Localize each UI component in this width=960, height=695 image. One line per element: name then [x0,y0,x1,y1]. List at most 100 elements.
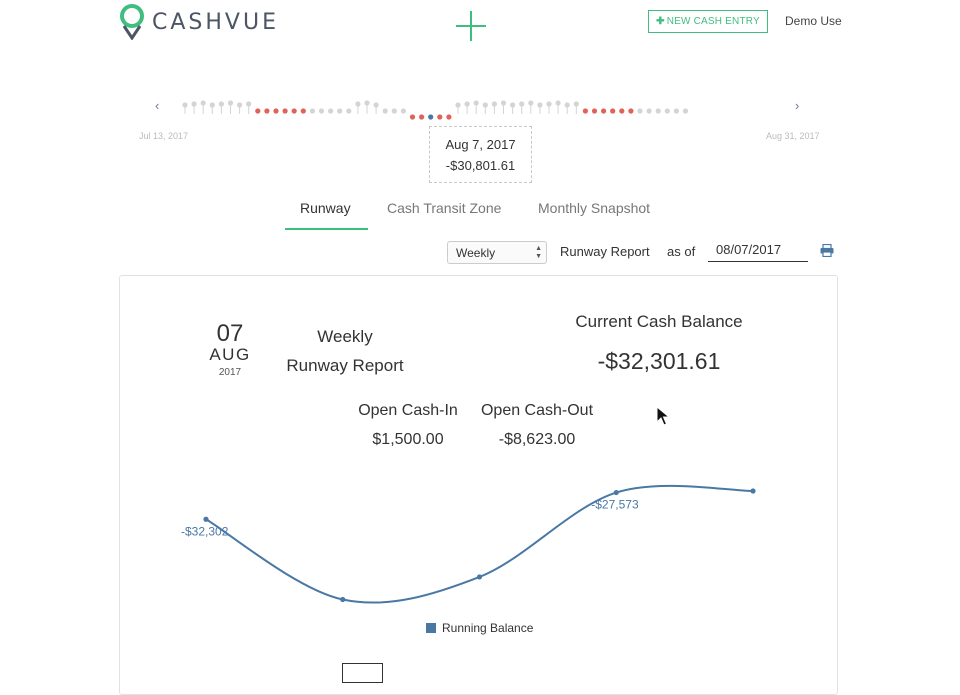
chart-point-label: -$32,302 [181,524,229,538]
timeline-dot[interactable] [309,108,315,114]
active-tab-indicator [285,228,368,230]
as-of-label: as of [667,244,696,259]
chart-point[interactable] [340,596,346,603]
timeline-dot[interactable] [437,114,443,120]
running-balance-chart: -$32,302 -$27,573 [181,484,756,604]
timeline-dot[interactable] [291,108,297,114]
timeline-dot[interactable] [664,108,670,114]
period-select-value: Weekly [456,245,496,260]
timeline-dot[interactable] [419,114,425,120]
timeline-pin-head [500,100,507,106]
tab-runway[interactable]: Runway [300,200,351,216]
timeline-dot[interactable] [328,108,334,114]
plus-icon: ✚ [656,16,665,27]
timeline-pin-head [573,101,579,107]
location-pin-icon [120,4,144,40]
report-title-line2: Runway Report [286,356,404,375]
timeline-dot[interactable] [255,108,261,114]
timeline-pin-head [209,102,215,108]
timeline-dot[interactable] [428,114,434,120]
timeline-dot[interactable] [300,108,306,114]
legend-label: Running Balance [442,621,534,635]
logo[interactable]: CASHVUE [118,4,279,40]
open-cash-in-label: Open Cash-In [358,402,458,419]
timeline-dot[interactable] [682,108,689,114]
timeline-pin-head [473,100,479,106]
timeline-pin-head [191,101,197,107]
timeline-pin-head [537,102,543,108]
timeline-dot[interactable] [382,108,388,114]
new-cash-entry-button[interactable]: ✚ NEW CASH ENTRY [648,10,768,33]
timeline-next-arrow[interactable]: › [795,98,799,113]
timeline-pin-head [510,102,516,108]
timeline-dot[interactable] [673,108,679,114]
timeline-pin-head [455,102,461,108]
timeline-dot[interactable] [264,108,270,114]
timeline-dot[interactable] [273,108,279,114]
timeline-dot[interactable] [637,108,643,114]
timeline-pin-head [237,102,243,108]
chart-point[interactable] [476,574,483,580]
timeline-dot[interactable] [646,108,652,114]
timeline-dot[interactable] [391,108,397,114]
report-label: Runway Report [560,244,650,259]
timeline-pin-head [355,101,361,107]
timeline-pin-head [364,100,370,106]
timeline-tooltip: Aug 7, 2017 -$30,801.61 [429,126,532,183]
report-day: 07 [216,320,244,347]
timeline-dot[interactable] [610,108,616,114]
chart-point[interactable] [750,488,756,494]
report-year: 2017 [218,367,242,378]
timeline-pin-head [218,101,224,107]
tab-monthly-snapshot[interactable]: Monthly Snapshot [538,200,650,216]
legend-swatch [426,623,436,633]
current-balance-label: Current Cash Balance [575,312,743,331]
timeline-dot[interactable] [655,108,661,114]
print-icon[interactable] [820,244,834,257]
timeline-dot[interactable] [582,108,588,114]
timeline-dot[interactable] [400,108,406,114]
timeline-dot[interactable] [591,108,598,114]
user-menu[interactable]: Demo Use [785,14,842,28]
timeline-pin-head [482,102,488,108]
timeline-pin-head [182,102,188,108]
report-title: Weekly Runway Report [280,322,410,380]
open-cash-out-label: Open Cash-Out [480,402,594,419]
timeline-dot[interactable] [318,108,325,114]
chart-legend[interactable]: Running Balance [426,621,533,635]
partial-box [342,663,383,683]
timeline-end-date: Aug 31, 2017 [766,131,820,141]
open-cash-out-value: -$8,623.00 [498,431,576,448]
tab-cash-transit-zone[interactable]: Cash Transit Zone [387,200,501,216]
chart-point[interactable] [613,489,619,496]
timeline-dot[interactable] [346,108,352,114]
chart-point-label: -$27,573 [591,498,639,512]
chart-point[interactable] [203,516,209,522]
as-of-date-input[interactable]: 08/07/2017 [708,240,808,262]
report-title-line1: Weekly [317,327,373,346]
timeline-dots[interactable] [170,88,790,124]
timeline-dot[interactable] [409,114,416,120]
mouse-cursor-icon [656,406,670,426]
select-arrows-icon: ▲ ▼ [535,245,542,260]
timeline-pin-head [246,101,252,107]
timeline-pin-head [491,101,497,107]
timeline-pin-head [546,101,552,107]
timeline-pin-head [227,100,234,106]
current-balance-value: -$32,301.61 [597,348,721,374]
timeline-dot[interactable] [601,108,607,114]
logo-text: CASHVUE [152,9,279,35]
timeline-dot[interactable] [337,108,343,114]
period-select[interactable]: Weekly ▲ ▼ [447,241,547,264]
timeline-dot[interactable] [282,108,288,114]
timeline-prev-arrow[interactable]: ‹ [155,98,159,113]
timeline-pin-head [373,102,379,108]
report-month: AUG [209,345,251,364]
timeline-start-date: Jul 13, 2017 [139,131,189,141]
timeline-dot[interactable] [446,114,452,120]
new-cash-entry-label: NEW CASH ENTRY [666,16,760,27]
timeline-pin-head [564,102,570,108]
add-icon[interactable] [454,9,488,43]
timeline-dot[interactable] [619,108,625,114]
timeline-dot[interactable] [628,108,634,114]
